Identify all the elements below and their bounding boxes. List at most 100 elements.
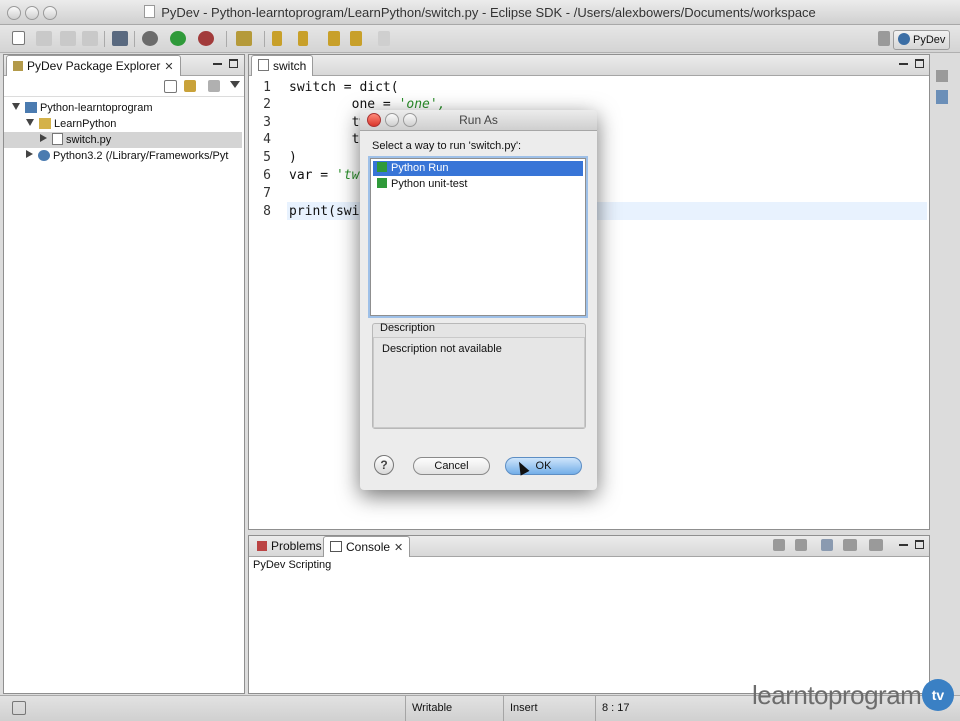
python-file-icon xyxy=(258,59,269,71)
line-number: 1 xyxy=(263,80,271,95)
close-icon[interactable]: ✕ xyxy=(394,542,403,554)
line-number: 2 xyxy=(263,97,271,112)
tab-problems[interactable]: Problems xyxy=(251,536,328,556)
line-number: 5 xyxy=(263,150,271,165)
brand-logo-badge: tv xyxy=(922,679,954,711)
tab-switch-py[interactable]: switch xyxy=(251,55,314,76)
close-icon[interactable]: ✕ xyxy=(164,61,173,73)
console-panel: Problems Console ✕ PyDev Scripting xyxy=(248,535,930,694)
last-edit-icon[interactable] xyxy=(328,31,340,46)
scroll-lock-icon[interactable] xyxy=(795,539,807,551)
debug-icon[interactable] xyxy=(142,31,158,46)
editor-tabbar: switch xyxy=(249,55,929,76)
restore-icon[interactable] xyxy=(936,70,948,82)
save-all-icon[interactable] xyxy=(60,31,76,46)
open-perspective-icon[interactable] xyxy=(878,31,890,46)
fast-view-icon[interactable] xyxy=(12,701,26,715)
list-item-python-unit-test[interactable]: Python unit-test xyxy=(373,177,583,192)
external-tools-icon[interactable] xyxy=(198,31,214,46)
forward-icon[interactable] xyxy=(378,31,390,46)
run-options-list[interactable]: Python Run Python unit-test xyxy=(370,158,586,316)
tree-item-folder[interactable]: LearnPython xyxy=(26,116,116,132)
python-icon xyxy=(898,33,910,45)
pen-icon[interactable] xyxy=(236,31,252,46)
console-header: PyDev Scripting xyxy=(253,559,332,571)
folder-icon xyxy=(39,118,51,129)
tree-item-project[interactable]: Python-learntoprogram xyxy=(12,100,153,116)
pin-console-icon[interactable] xyxy=(821,539,833,551)
run-icon[interactable] xyxy=(170,31,186,46)
run-as-dialog: Run As Select a way to run 'switch.py': … xyxy=(360,110,597,490)
expand-arrow-icon[interactable] xyxy=(26,150,33,158)
console-tabbar: Problems Console ✕ xyxy=(249,536,929,557)
brand-logo-text: learntoprogram xyxy=(752,680,922,710)
list-item-python-run[interactable]: Python Run xyxy=(373,161,583,176)
collapse-all-icon[interactable] xyxy=(164,80,177,93)
tab-console[interactable]: Console ✕ xyxy=(323,536,411,557)
perspective-button-pydev[interactable]: PyDev xyxy=(893,30,950,50)
line-number: 6 xyxy=(263,168,271,183)
python-file-icon xyxy=(52,133,63,145)
minimize-icon[interactable] xyxy=(899,59,908,65)
python-run-icon xyxy=(377,162,387,172)
new-file-icon[interactable] xyxy=(12,31,25,45)
package-explorer-panel: PyDev Package Explorer ✕ Python-learntopr… xyxy=(3,54,245,694)
dialog-prompt: Select a way to run 'switch.py': xyxy=(372,140,522,152)
line-number: 8 xyxy=(263,204,271,219)
back-icon[interactable] xyxy=(350,31,362,46)
status-insert-mode: Insert xyxy=(503,696,590,721)
next-annotation-icon[interactable] xyxy=(272,31,282,46)
cancel-button[interactable]: Cancel xyxy=(413,457,490,475)
status-cursor-position: 8 : 17 xyxy=(595,696,692,721)
description-box: Description not available xyxy=(373,337,585,428)
open-console-icon[interactable] xyxy=(869,539,883,551)
code-line: var = 'tw xyxy=(289,168,360,183)
project-icon xyxy=(25,102,37,113)
display-console-icon[interactable] xyxy=(843,539,857,551)
code-line: tw xyxy=(289,115,368,130)
code-line: ) xyxy=(289,150,297,165)
outline-view-icon[interactable] xyxy=(936,90,948,104)
save-icon[interactable] xyxy=(36,31,52,46)
tab-package-explorer[interactable]: PyDev Package Explorer ✕ xyxy=(6,55,181,76)
document-icon xyxy=(144,5,156,18)
dialog-title: Run As xyxy=(459,113,498,127)
maximize-icon[interactable] xyxy=(915,59,924,68)
maximize-icon[interactable] xyxy=(229,59,238,68)
line-number: 4 xyxy=(263,132,271,147)
clear-console-icon[interactable] xyxy=(773,539,785,551)
console-icon xyxy=(330,541,342,552)
expand-arrow-icon[interactable] xyxy=(12,103,20,110)
window-title: PyDev - Python-learntoprogram/LearnPytho… xyxy=(0,5,960,20)
main-toolbar xyxy=(0,25,960,53)
minimize-icon[interactable] xyxy=(899,540,908,546)
explorer-view-toolbar xyxy=(4,76,244,97)
tree-item-interpreter[interactable]: Python3.2 (/Library/Frameworks/Pyt xyxy=(26,148,228,164)
help-icon[interactable]: ? xyxy=(374,455,394,475)
explorer-tabbar: PyDev Package Explorer ✕ xyxy=(4,55,244,76)
code-line: switch = dict( xyxy=(289,80,399,95)
link-with-editor-icon[interactable] xyxy=(184,80,196,92)
minimize-icon[interactable] xyxy=(213,59,222,65)
dialog-title-bar: Run As xyxy=(360,110,597,131)
package-icon xyxy=(13,61,23,71)
chevron-down-icon[interactable] xyxy=(230,81,240,88)
open-type-icon[interactable] xyxy=(112,31,128,46)
description-label: Description xyxy=(380,322,436,334)
status-writable: Writable xyxy=(405,696,502,721)
expand-arrow-icon[interactable] xyxy=(40,134,47,142)
maximize-icon[interactable] xyxy=(915,540,924,549)
window-title-bar: PyDev - Python-learntoprogram/LearnPytho… xyxy=(0,0,960,25)
previous-annotation-icon[interactable] xyxy=(298,31,308,46)
problems-icon xyxy=(257,541,267,551)
code-line: th xyxy=(289,132,368,147)
expand-arrow-icon[interactable] xyxy=(26,119,34,126)
line-number: 3 xyxy=(263,115,271,130)
tree-item-file[interactable]: switch.py xyxy=(4,132,242,148)
line-number: 7 xyxy=(263,186,271,201)
description-text: Description not available xyxy=(382,343,502,355)
view-menu-icon[interactable] xyxy=(208,80,220,92)
print-icon[interactable] xyxy=(82,31,98,46)
unit-test-icon xyxy=(377,178,387,188)
code-line: print(swit xyxy=(289,204,368,219)
